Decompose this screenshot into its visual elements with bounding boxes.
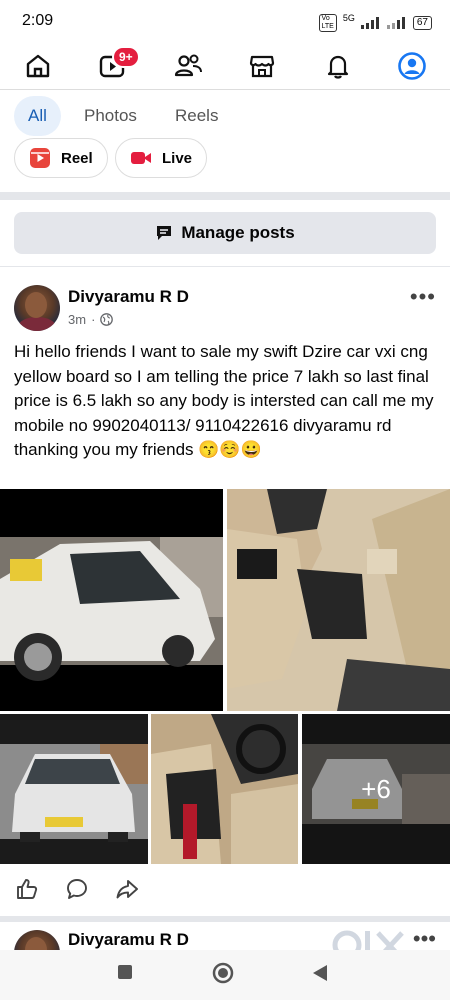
car-front-photo [0, 744, 148, 842]
battery-icon: 67 [412, 16, 432, 30]
more-photos-overlay[interactable]: +6 [302, 714, 450, 864]
car-interior-photo [227, 489, 450, 711]
reel-chip[interactable]: Reel [14, 138, 108, 178]
reel-chip-label: Reel [61, 149, 93, 167]
globe-icon [100, 313, 114, 326]
notification-badge: 9+ [112, 46, 140, 68]
nav-friends[interactable] [168, 46, 208, 86]
nav-notifications[interactable] [318, 46, 358, 86]
share-button[interactable] [112, 874, 142, 904]
like-icon [17, 879, 38, 899]
photo-3[interactable] [0, 714, 148, 864]
photo-5[interactable]: +6 [302, 714, 450, 864]
like-button[interactable] [12, 874, 42, 904]
next-post-author[interactable]: Divyaramu R D [68, 930, 189, 950]
share-icon [116, 880, 138, 899]
status-icons: Vo LTE 5G 67 [318, 13, 432, 32]
nav-profile[interactable] [392, 46, 432, 86]
recents-icon[interactable] [117, 964, 133, 980]
signal-icon-2 [386, 17, 405, 29]
signal-icon [360, 17, 379, 29]
post-author[interactable]: Divyaramu R D [68, 287, 189, 307]
tab-all[interactable]: All [14, 96, 61, 136]
nav-home[interactable] [18, 46, 58, 86]
system-navigation-bar [0, 950, 450, 1000]
manage-posts-button[interactable]: Manage posts [14, 212, 436, 254]
photo-2[interactable] [227, 489, 450, 711]
status-bar: 2:09 Vo LTE 5G 67 [0, 0, 450, 42]
post-separator [0, 916, 450, 922]
car-seat-photo [151, 714, 298, 864]
post-meta: 3m · [68, 312, 114, 327]
marketplace-icon [249, 55, 275, 78]
top-navigation: 9+ [0, 42, 450, 90]
network-label: 5G [342, 13, 355, 23]
tab-reels[interactable]: Reels [161, 96, 232, 136]
post-divider [0, 266, 450, 267]
live-icon [131, 152, 151, 164]
author-avatar[interactable] [14, 285, 60, 331]
status-time: 2:09 [22, 12, 54, 29]
bell-icon [327, 55, 349, 79]
car-photo [0, 537, 223, 681]
post-text: Hi hello friends I want to sale my swift… [14, 342, 434, 459]
manage-posts-icon [157, 226, 172, 240]
volte-icon: Vo LTE [318, 14, 337, 32]
comment-icon [67, 879, 87, 899]
meta-dot: · [91, 312, 96, 327]
home-icon [26, 54, 50, 78]
nav-video[interactable]: 9+ [92, 46, 140, 86]
live-chip[interactable]: Live [115, 138, 208, 178]
tab-photos[interactable]: Photos [70, 96, 151, 136]
profile-icon [398, 52, 426, 80]
section-divider [0, 192, 450, 200]
friends-icon [174, 54, 202, 77]
reel-icon [30, 148, 50, 168]
live-chip-label: Live [162, 149, 193, 167]
back-icon[interactable] [312, 964, 328, 982]
home-button-icon[interactable] [212, 962, 234, 984]
comment-button[interactable] [62, 874, 92, 904]
photo-1[interactable] [0, 489, 223, 711]
manage-posts-label: Manage posts [181, 223, 295, 242]
photo-4[interactable] [151, 714, 298, 864]
more-options-icon[interactable]: ••• [410, 284, 436, 310]
post-time[interactable]: 3m [68, 312, 86, 327]
nav-marketplace[interactable] [242, 46, 282, 86]
